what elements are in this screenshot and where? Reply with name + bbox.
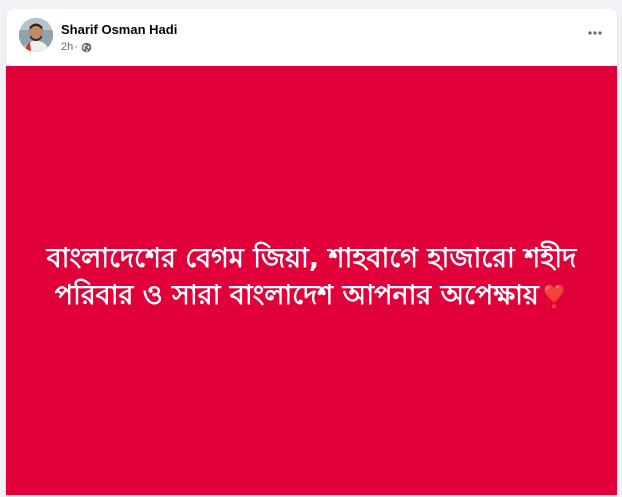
meta-separator: · — [74, 41, 78, 53]
post-timestamp[interactable]: 2h — [61, 40, 73, 54]
page: Sharif Osman Hadi 2h · বাংলাদেশের বেগম জ… — [0, 0, 622, 497]
avatar-image — [19, 18, 53, 52]
post-message: বাংলাদেশের বেগম জিয়া, শাহবাগে হাজারো শহ… — [32, 240, 592, 316]
avatar[interactable] — [19, 18, 53, 52]
heart-exclamation-emoji: ❣️ — [540, 284, 569, 310]
post-meta: 2h · — [61, 40, 92, 54]
post-card: Sharif Osman Hadi 2h · বাংলাদেশের বেগম জ… — [6, 9, 617, 495]
post-text: বাংলাদেশের বেগম জিয়া, শাহবাগে হাজারো শহ… — [46, 242, 577, 311]
post-background: বাংলাদেশের বেগম জিয়া, শাহবাগে হাজারো শহ… — [6, 66, 617, 495]
author-name[interactable]: Sharif Osman Hadi — [61, 22, 177, 38]
more-options-icon[interactable] — [585, 23, 605, 43]
globe-icon[interactable] — [81, 42, 92, 53]
post-header: Sharif Osman Hadi 2h · — [6, 9, 617, 66]
